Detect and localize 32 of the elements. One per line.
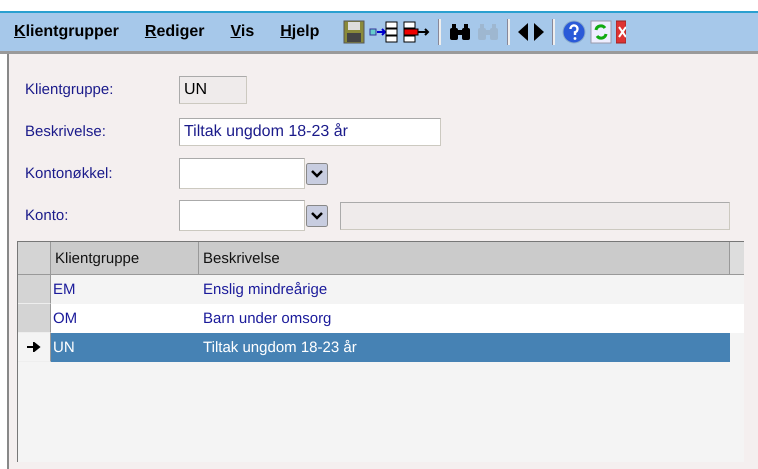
table-cell-text: Enslig mindreårige (202, 280, 328, 300)
table-cell-text: OM (52, 309, 78, 329)
dropdown-field[interactable] (179, 200, 305, 231)
help-icon[interactable] (562, 20, 586, 44)
table-cell-text: UN (52, 338, 76, 358)
dropdown-chevron-icon[interactable] (306, 204, 328, 226)
menu-item[interactable]: Vis (230, 23, 254, 41)
column-header[interactable]: Klientgruppe (51, 242, 199, 274)
dropdown-chevron-icon[interactable] (306, 162, 328, 184)
readonly-field: UN (179, 76, 247, 104)
table-cell-text: Tiltak ungdom 18-23 år (202, 338, 358, 358)
field-label: Beskrivelse: (25, 123, 107, 140)
field-label: Konto: (25, 207, 70, 224)
close-icon[interactable] (616, 20, 626, 44)
row-selector-cell[interactable] (18, 304, 51, 333)
scrollbar-stub (730, 242, 744, 274)
field-label: Kontonøkkel: (25, 165, 114, 182)
arrow-into-list-icon[interactable] (369, 20, 400, 44)
right-triangle-icon[interactable] (533, 22, 546, 42)
text-field[interactable]: Tiltak ungdom 18-23 år (179, 118, 441, 146)
field-label: Klientgruppe: (25, 81, 114, 98)
menu-item[interactable]: Rediger (144, 23, 204, 41)
dropdown-field[interactable] (179, 158, 305, 189)
menu-item[interactable]: Hjelp (280, 23, 320, 41)
table-cell-text: EM (52, 280, 76, 300)
row-selector-cell[interactable] (18, 275, 51, 304)
left-triangle-icon[interactable] (517, 22, 530, 42)
table-cell-text: Barn under omsorg (202, 309, 332, 329)
menu-item[interactable]: Klientgrupper (14, 23, 119, 41)
row-pointer-arrow-icon (27, 342, 41, 352)
arrow-out-of-list-icon[interactable] (403, 20, 432, 44)
row-selector-cell[interactable] (18, 333, 51, 362)
